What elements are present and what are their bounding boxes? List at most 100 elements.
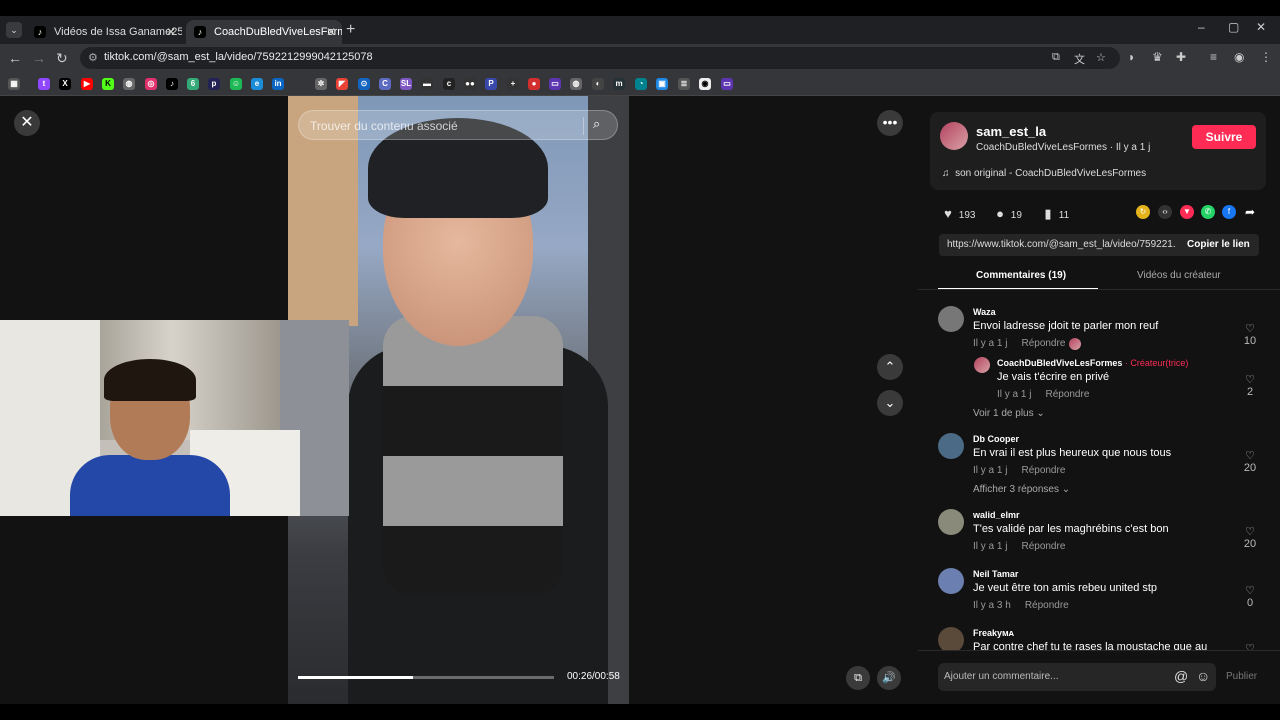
music-info[interactable]: ♫ son original - CoachDuBledViveLesForme… xyxy=(942,168,1146,179)
chevron-down-icon[interactable]: ⌄ xyxy=(877,390,903,416)
bookmark-icon[interactable]: ⊙ xyxy=(358,78,370,90)
twitch-bookmark-icon[interactable]: t xyxy=(38,78,50,90)
comment-input[interactable]: Ajouter un commentaire... @ ☺ xyxy=(938,663,1216,691)
bookmark-icon[interactable]: ◤ xyxy=(336,78,348,90)
comment-like[interactable]: ♡ 0 xyxy=(1240,584,1260,609)
apps-grid-icon[interactable]: ▦ xyxy=(8,78,20,90)
extension-icon[interactable]: ◗ xyxy=(1128,50,1135,64)
comment-like[interactable]: ♡ 10 xyxy=(1240,322,1260,347)
bookmark-icon[interactable]: ◔ xyxy=(635,78,647,90)
mention-icon[interactable]: @ xyxy=(1174,668,1188,684)
new-tab-button[interactable]: + xyxy=(346,22,355,38)
avatar[interactable] xyxy=(938,306,964,332)
search-icon[interactable]: ⌕ xyxy=(593,116,600,132)
bookmark-icon[interactable]: P xyxy=(485,78,497,90)
comment-username[interactable]: Freakyᴍᴀ xyxy=(973,628,1014,638)
bookmark-icon[interactable]: m xyxy=(613,78,625,90)
tab-comments[interactable]: Commentaires (19) xyxy=(976,270,1066,281)
share-arrow-icon[interactable]: ➦ xyxy=(1243,205,1257,219)
bookmark-star-icon[interactable]: ☆ xyxy=(1096,51,1106,64)
site-info-icon[interactable]: ⚙ xyxy=(88,51,98,64)
minimize-button[interactable]: – xyxy=(1198,20,1205,34)
show-replies[interactable]: Afficher 3 réponses ⌄ xyxy=(973,484,1070,495)
tab-coach[interactable]: ♪ CoachDuBledViveLesForme ✕ xyxy=(186,20,342,44)
menu-kebab-icon[interactable]: ⋮ xyxy=(1260,50,1272,64)
avatar[interactable] xyxy=(938,433,964,459)
comment-username[interactable]: Neil Tamar xyxy=(973,569,1018,579)
embed-code-icon[interactable]: ‹› xyxy=(1158,205,1172,219)
creator-username[interactable]: sam_est_la xyxy=(976,124,1046,139)
maximize-button[interactable]: ▢ xyxy=(1228,20,1239,34)
bookmark-icon[interactable]: ▭ xyxy=(721,78,733,90)
reply-username[interactable]: CoachDuBledViveLesFormes · Créateur(tric… xyxy=(997,358,1188,368)
reply-button[interactable]: Répondre xyxy=(1045,389,1089,400)
bookmark-icon[interactable]: e xyxy=(251,78,263,90)
bookmark-icon[interactable]: + xyxy=(507,78,519,90)
bookmark-icon[interactable]: ◐ xyxy=(592,78,604,90)
bookmark-icon[interactable]: ◍ xyxy=(570,78,582,90)
kick-bookmark-icon[interactable]: K xyxy=(102,78,114,90)
profile-avatar-icon[interactable]: ◉ xyxy=(1234,50,1244,64)
forward-arrow-icon[interactable]: → xyxy=(32,50,46,66)
comment-like[interactable]: ♡ 2 xyxy=(1240,373,1260,398)
openai-bookmark-icon[interactable]: ✲ xyxy=(315,78,327,90)
video-progress-bar[interactable] xyxy=(298,676,554,679)
reply-button[interactable]: Répondre xyxy=(1025,600,1069,611)
bookmark-icon[interactable]: ● xyxy=(528,78,540,90)
tab-issa[interactable]: ♪ Vidéos de Issa Ganame252 (@is ✕ xyxy=(26,20,182,44)
close-icon[interactable]: ✕ xyxy=(14,110,40,136)
avatar[interactable] xyxy=(940,122,968,150)
tab-creator-videos[interactable]: Vidéos du créateur xyxy=(1137,270,1221,281)
avatar[interactable] xyxy=(974,357,990,373)
instagram-bookmark-icon[interactable]: ◎ xyxy=(145,78,157,90)
tab-close-icon[interactable]: ✕ xyxy=(326,20,336,44)
bookmark-icon[interactable]: ☺ xyxy=(230,78,242,90)
related-search-input[interactable]: Trouver du contenu associé ⌕ xyxy=(298,110,618,140)
bookmark-icon[interactable]: ▣ xyxy=(656,78,668,90)
translate-icon[interactable]: 文 xyxy=(1074,51,1085,67)
bookmark-icon[interactable]: 6 xyxy=(187,78,199,90)
emoji-icon[interactable]: ☺ xyxy=(1196,668,1210,684)
bookmark-icon[interactable]: c xyxy=(443,78,455,90)
share-send-icon[interactable]: ▼ xyxy=(1180,205,1194,219)
comment-username[interactable]: walid_elmr xyxy=(973,510,1020,520)
window-close-button[interactable]: ✕ xyxy=(1256,20,1266,34)
more-options-icon[interactable]: ••• xyxy=(877,110,903,136)
bookmark-icon[interactable]: p xyxy=(208,78,220,90)
install-icon[interactable]: ⧉ xyxy=(1052,51,1060,64)
bookmark-icon[interactable]: SL xyxy=(400,78,412,90)
bookmark-icon[interactable]: ●● xyxy=(464,78,476,90)
reload-icon[interactable]: ↻ xyxy=(56,50,68,66)
copy-link-button[interactable]: Copier le lien xyxy=(1187,239,1250,250)
comment-username[interactable]: Db Cooper xyxy=(973,434,1019,444)
reply-button[interactable]: Répondre xyxy=(1021,541,1065,552)
bookmark-icon[interactable]: C xyxy=(379,78,391,90)
comment-stat[interactable]: ● 19 xyxy=(992,206,1022,221)
extensions-puzzle-icon[interactable]: ✚ xyxy=(1176,50,1186,64)
x-bookmark-icon[interactable]: X xyxy=(59,78,71,90)
comment-username[interactable]: Waza xyxy=(973,307,996,317)
tiktok-bookmark-icon[interactable]: ♪ xyxy=(166,78,178,90)
floating-player-icon[interactable]: ⧉ xyxy=(846,666,870,690)
comment-like[interactable]: ♡ 20 xyxy=(1240,525,1260,550)
bookmark-icon[interactable]: ▬ xyxy=(421,78,433,90)
volume-icon[interactable]: 🔊 xyxy=(877,666,901,690)
reading-list-icon[interactable]: ≡ xyxy=(1210,50,1217,64)
publish-button[interactable]: Publier xyxy=(1226,671,1257,682)
reply-button[interactable]: Répondre xyxy=(1021,465,1065,476)
globe-bookmark-icon[interactable]: ◍ xyxy=(123,78,135,90)
youtube-bookmark-icon[interactable]: ▶ xyxy=(81,78,93,90)
address-bar[interactable]: ⚙ tiktok.com/@sam_est_la/video/759221299… xyxy=(80,47,1120,69)
bookmark-icon[interactable]: ◉ xyxy=(699,78,711,90)
back-arrow-icon[interactable]: ← xyxy=(8,50,22,66)
comment-like[interactable]: ♡ 20 xyxy=(1240,449,1260,474)
extension-icon[interactable]: ♛ xyxy=(1152,50,1163,64)
reply-button[interactable]: Répondre xyxy=(1021,338,1065,349)
facebook-icon[interactable]: f xyxy=(1222,205,1236,219)
follow-button[interactable]: Suivre xyxy=(1192,125,1256,149)
tab-search-icon[interactable]: ⌄ xyxy=(6,22,22,38)
avatar[interactable] xyxy=(938,568,964,594)
tab-close-icon[interactable]: ✕ xyxy=(166,20,176,44)
avatar[interactable] xyxy=(938,509,964,535)
see-more-replies[interactable]: Voir 1 de plus ⌄ xyxy=(973,408,1045,419)
